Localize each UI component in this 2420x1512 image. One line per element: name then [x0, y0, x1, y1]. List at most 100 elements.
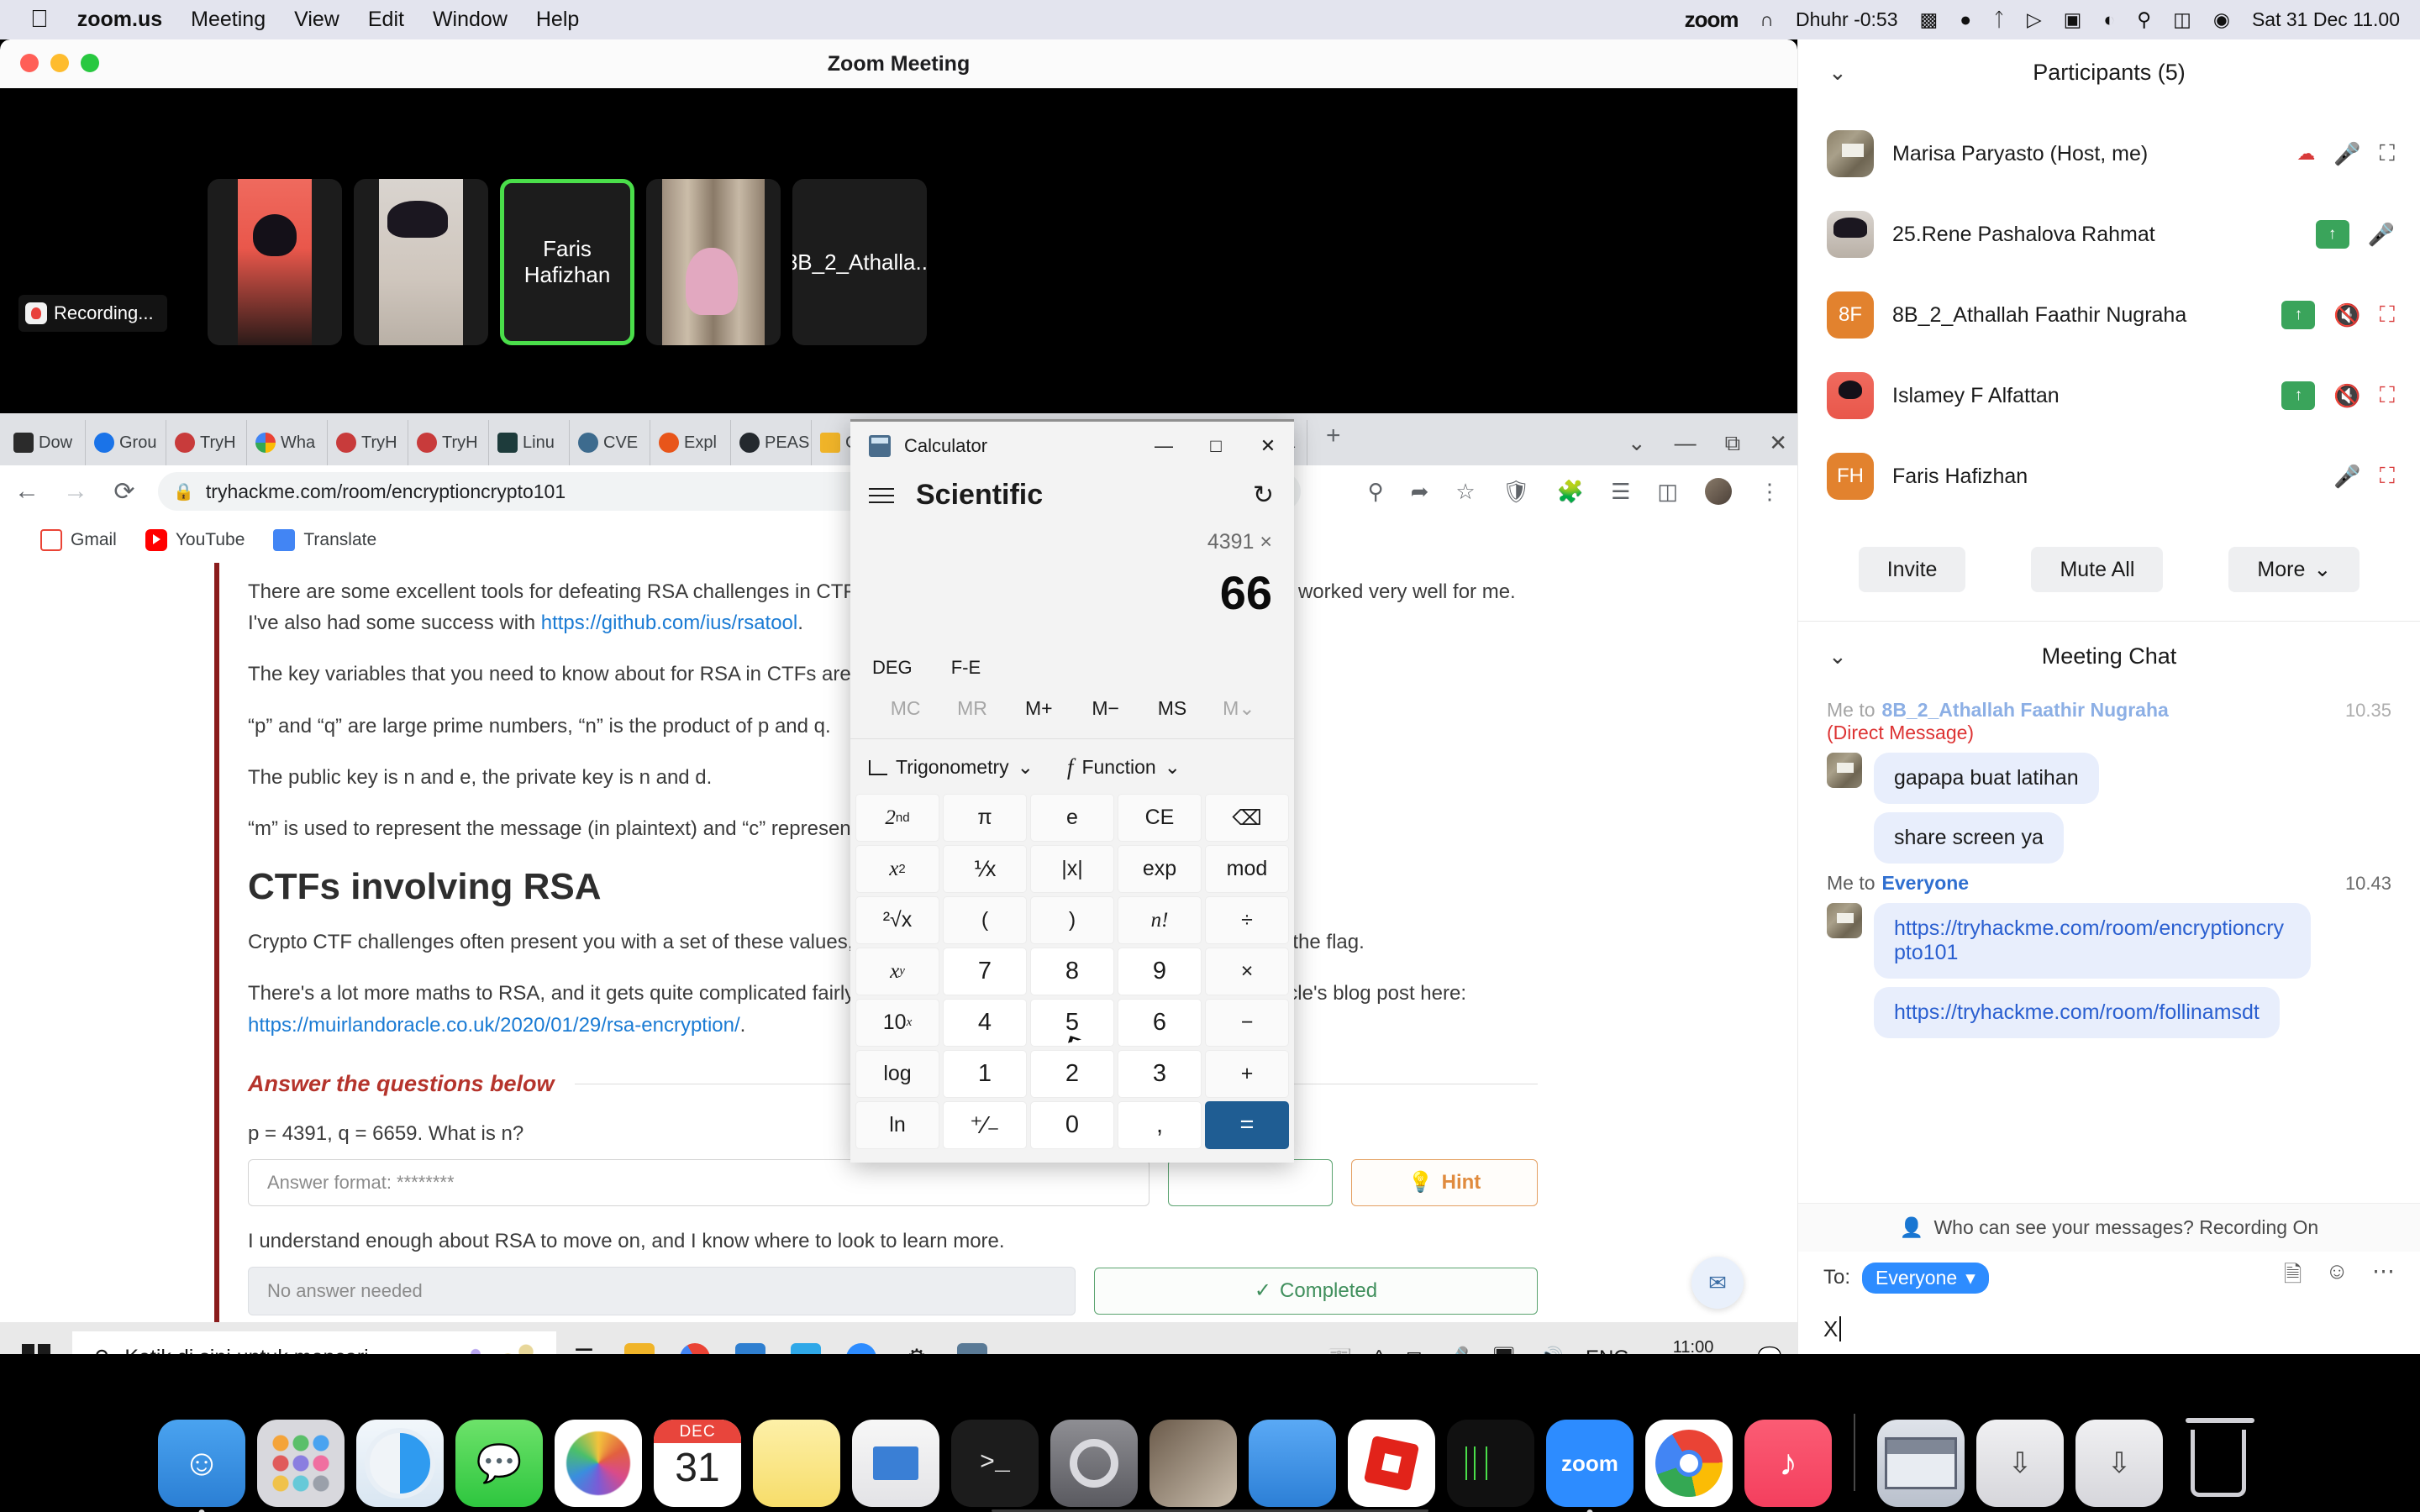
forward-arrow-icon[interactable]: → [60, 477, 91, 506]
browser-tab[interactable]: PEAS [731, 420, 812, 465]
key-close-paren[interactable]: ) [1030, 896, 1114, 944]
chevron-down-icon[interactable]: ⌄ [1828, 60, 1847, 86]
notifications-icon[interactable]: 💬 [1757, 1346, 1782, 1354]
bookmark-youtube[interactable]: YouTube [145, 529, 245, 551]
key-abs[interactable]: |x| [1030, 845, 1114, 893]
key-subtract[interactable]: − [1205, 999, 1289, 1047]
menu-item-meeting[interactable]: Meeting [191, 8, 266, 32]
news-icon[interactable]: 📰 [1328, 1346, 1353, 1354]
key-open-paren[interactable]: ( [943, 896, 1027, 944]
video-tile[interactable] [354, 179, 488, 345]
key-factorial[interactable]: n! [1118, 896, 1202, 944]
dock-app-music[interactable]: ♪ [1744, 1420, 1832, 1507]
camera-off-icon[interactable]: ⛶ [2380, 463, 2395, 490]
key-2[interactable]: 2 [1030, 1050, 1114, 1098]
dock-app-notes[interactable] [753, 1420, 840, 1507]
dock-app-screenshot[interactable] [1877, 1420, 1965, 1507]
bookmark-gmail[interactable]: Gmail [40, 529, 117, 551]
sidebar-icon[interactable]: ◫ [1657, 479, 1678, 505]
menu-item-window[interactable]: Window [433, 8, 508, 32]
video-tile-active[interactable]: Faris Hafizhan [500, 179, 634, 345]
key-pi[interactable]: π [943, 794, 1027, 842]
participant-row[interactable]: 8F 8B_2_Athallah Faathir Nugraha ↑ 🔇 ⛶ [1798, 275, 2420, 355]
profile-avatar[interactable] [1705, 478, 1732, 505]
bell-icon[interactable]: ● [1960, 10, 1971, 29]
search-icon[interactable]: ⚲ [2137, 10, 2151, 29]
chevron-down-icon[interactable]: ⌄ [1628, 430, 1646, 457]
dock-app-safari[interactable] [356, 1420, 444, 1507]
key-2nd[interactable]: 2nd [855, 794, 939, 842]
completed-button[interactable]: ✓ Completed [1094, 1267, 1538, 1315]
key-1[interactable]: 1 [943, 1050, 1027, 1098]
browser-tab[interactable]: Dow [5, 420, 86, 465]
menu-item-zoomus[interactable]: zoom.us [77, 8, 162, 32]
dock-app-trash[interactable] [2175, 1418, 2262, 1507]
history-icon[interactable]: ↻ [1253, 480, 1274, 510]
memory-clear-button[interactable]: MC [872, 697, 939, 720]
key-multiply[interactable]: × [1205, 948, 1289, 995]
key-9[interactable]: 9 [1118, 948, 1202, 995]
participant-row[interactable]: FH Faris Hafizhan 🎤 ⛶ [1798, 436, 2420, 517]
maximize-button[interactable]: □ [1190, 422, 1242, 470]
camera-off-icon[interactable]: ⛶ [2380, 382, 2395, 409]
dock-app-launchpad[interactable] [257, 1420, 345, 1507]
wifi-icon[interactable]: ◐ [2103, 10, 2115, 29]
back-arrow-icon[interactable]: ← [12, 477, 42, 506]
microphone-icon[interactable]: 🎤 [2333, 464, 2360, 490]
trigonometry-menu[interactable]: Trigonometry ⌄ [869, 756, 1034, 779]
chat-message-list[interactable]: Me to 8B_2_Athallah Faathir Nugraha 10.3… [1798, 690, 2420, 1203]
minimize-button[interactable]: — [1138, 422, 1190, 470]
settings-icon[interactable]: ⚙ [889, 1322, 944, 1354]
dock-app-system-preferences[interactable] [1050, 1420, 1138, 1507]
browser-tab[interactable]: TryH [408, 420, 489, 465]
memory-recall-button[interactable]: MR [939, 697, 1005, 720]
windows-logo-icon[interactable] [0, 1343, 72, 1354]
muirlandoracle-link[interactable]: https://muirlandoracle.co.uk/2020/01/29/… [248, 1014, 740, 1037]
deg-toggle[interactable]: DEG [872, 657, 913, 679]
dock-app-keynote[interactable] [852, 1420, 939, 1507]
share-icon[interactable]: ➦ [1411, 479, 1429, 505]
zoom-icon[interactable] [834, 1322, 889, 1354]
menu-kebab-icon[interactable]: ⋮ [1759, 479, 1781, 505]
restore-icon[interactable]: ⧉ [1725, 430, 1741, 457]
fe-toggle[interactable]: F-E [951, 657, 981, 679]
dock-app-zoom[interactable]: zoom [1546, 1420, 1634, 1512]
browser-tab[interactable]: Grou [86, 420, 166, 465]
dock-app-messages[interactable]: 💬 [455, 1420, 543, 1507]
calculator-icon[interactable] [944, 1322, 1000, 1354]
key-ln[interactable]: ln [855, 1101, 939, 1149]
video-tile[interactable]: 8B_2_Athalla... [792, 179, 927, 345]
chevron-down-icon[interactable]: ⌄ [1828, 643, 1847, 669]
dock-app-calendar[interactable]: DEC 31 [654, 1420, 741, 1507]
microphone-muted-icon[interactable]: 🔇 [2333, 383, 2360, 409]
hamburger-icon[interactable] [869, 487, 894, 503]
menu-item-edit[interactable]: Edit [368, 8, 404, 32]
camera-icon[interactable]: ⛶ [2380, 140, 2395, 167]
window-traffic-lights[interactable] [20, 54, 99, 72]
chat-recipient-dropdown[interactable]: Everyone ▾ [1862, 1262, 1989, 1294]
file-icon[interactable]: 🗎 [2284, 1258, 2302, 1297]
menu-item-help[interactable]: Help [536, 8, 579, 32]
chevron-up-icon[interactable]: ^ [1375, 1347, 1384, 1355]
maximize-window-button[interactable] [81, 54, 99, 72]
key-ten-power-x[interactable]: 10 x [855, 999, 939, 1047]
dock-app-mail[interactable] [1150, 1420, 1237, 1507]
participant-row[interactable]: Islamey F Alfattan ↑ 🔇 ⛶ [1798, 355, 2420, 436]
key-backspace[interactable]: ⌫ [1205, 794, 1289, 842]
minimize-window-button[interactable] [50, 54, 69, 72]
close-window-button[interactable] [20, 54, 39, 72]
language-indicator[interactable]: ENG [1586, 1347, 1629, 1355]
chrome-icon[interactable] [667, 1322, 723, 1354]
microphone-icon[interactable]: 🎤 [2333, 141, 2360, 167]
key-equals[interactable]: = [1205, 1101, 1289, 1149]
close-button[interactable]: ✕ [1242, 422, 1294, 470]
reading-list-icon[interactable]: ☰ [1611, 479, 1630, 505]
emoji-icon[interactable]: ☺ [2325, 1258, 2349, 1297]
key-0[interactable]: 0 [1030, 1101, 1114, 1149]
video-tile[interactable] [208, 179, 342, 345]
key-decimal[interactable]: , [1118, 1101, 1202, 1149]
bluetooth-icon[interactable]: ᛏ [1993, 10, 2005, 29]
bookmark-star-icon[interactable]: ☆ [1455, 479, 1475, 505]
file-explorer-icon[interactable] [612, 1322, 667, 1354]
rsatool-link[interactable]: https://github.com/ius/rsatool [541, 612, 797, 634]
